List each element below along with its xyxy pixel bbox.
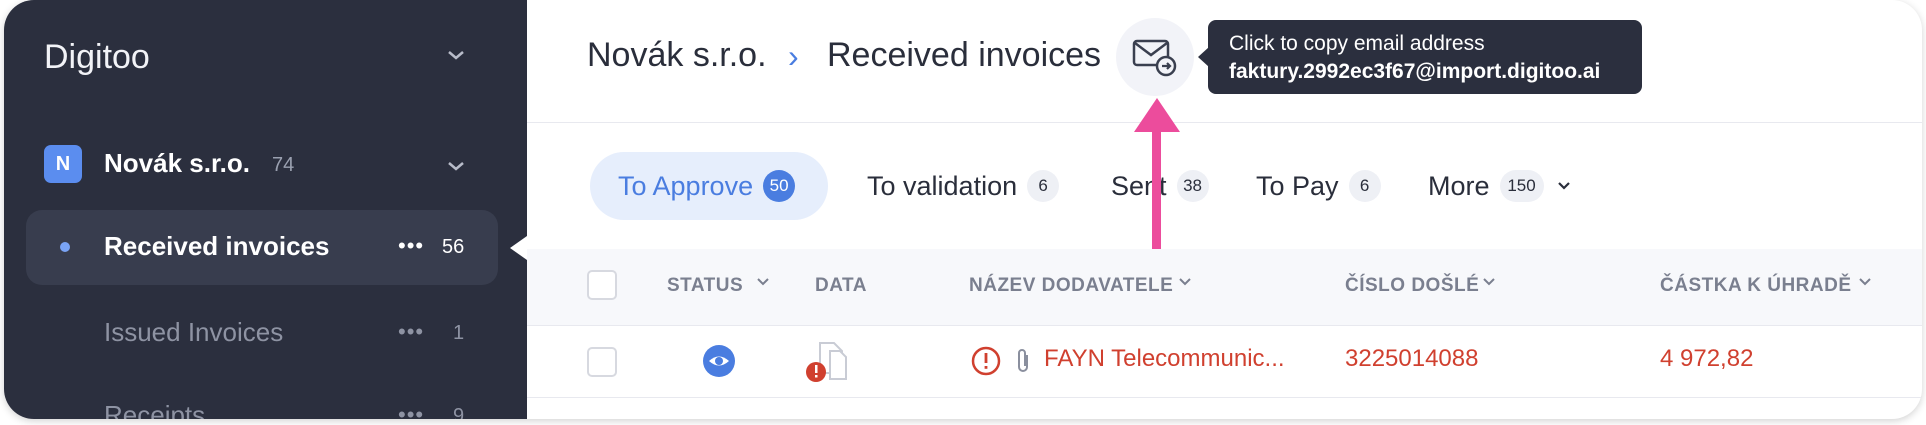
chevron-down-icon[interactable] [1858,276,1872,288]
header-divider [527,122,1922,123]
app-window: Digitoo N Novák s.r.o. 74 Received invoi… [4,0,1922,419]
column-header-data[interactable]: DATA [815,275,867,297]
chevron-down-icon [1557,182,1570,190]
tab-to-validation[interactable]: To validation 6 [867,152,1060,220]
row-checkbox[interactable] [587,347,617,377]
more-options-icon[interactable]: ••• [398,319,424,345]
tooltip: Click to copy email address faktury.2992… [1208,20,1642,94]
breadcrumb-separator-icon: › [788,38,799,74]
attachment-icon [1018,349,1028,372]
copy-email-button[interactable] [1116,18,1194,96]
column-header-status[interactable]: STATUS [667,275,743,297]
more-options-icon[interactable]: ••• [398,233,424,259]
org-avatar: N [44,145,82,183]
page-title: Received invoices [827,36,1102,74]
tab-count-badge: 6 [1348,170,1381,202]
row-divider [527,397,1922,398]
column-header-number[interactable]: ČÍSLO DOŠLÉ [1345,275,1479,297]
tab-more[interactable]: More 150 [1428,152,1572,220]
tab-count-badge: 50 [763,170,796,202]
org-count: 74 [272,154,295,176]
active-dot-icon [60,242,70,252]
sidebar: Digitoo N Novák s.r.o. 74 Received invoi… [4,0,527,419]
eye-icon[interactable] [702,344,736,378]
tooltip-hint: Click to copy email address [1229,32,1485,55]
brand-name: Digitoo [44,38,150,76]
annotation-arrow-icon [1134,98,1180,252]
tab-to-pay[interactable]: To Pay 6 [1256,152,1381,220]
tab-label: To validation [867,170,1018,201]
tab-to-approve[interactable]: To Approve 50 [590,152,828,220]
sidebar-item-count: 56 [442,236,465,258]
document-error-icon [806,342,847,382]
tab-count-badge: 150 [1499,170,1544,202]
tab-label: To Pay [1256,170,1339,201]
sidebar-item-label[interactable]: Receipts [104,400,205,419]
tab-label: To Approve [618,170,754,201]
amount-due: 4 972,82 [1660,345,1754,372]
chevron-down-icon[interactable] [1482,276,1496,288]
column-header-amount[interactable]: ČÁSTKA K ÚHRADĚ [1660,275,1852,297]
chevron-down-icon[interactable] [756,276,770,288]
supplier-name[interactable]: FAYN Telecommunic... [1044,345,1285,373]
tab-label: More [1428,170,1490,201]
org-name[interactable]: Novák s.r.o. [104,148,250,179]
chevron-down-icon[interactable] [1178,276,1192,288]
sidebar-item-count: 1 [453,322,465,344]
tab-count-badge: 6 [1027,170,1060,202]
email-forward-icon [1132,39,1177,77]
select-all-checkbox[interactable] [587,270,617,300]
sidebar-item-count: 9 [453,405,465,419]
active-indicator [510,236,527,260]
tooltip-email: faktury.2992ec3f67@import.digitoo.ai [1229,60,1601,83]
chevron-down-icon[interactable] [446,42,466,68]
chevron-down-icon[interactable] [446,153,466,179]
breadcrumb-org[interactable]: Novák s.r.o. [587,36,767,75]
sidebar-item-label[interactable]: Received invoices [104,231,329,262]
warning-icon [971,346,1001,376]
invoice-number: 3225014088 [1345,345,1479,372]
sidebar-item-label[interactable]: Issued Invoices [104,317,283,348]
more-options-icon[interactable]: ••• [398,402,424,419]
column-header-supplier[interactable]: NÁZEV DODAVATELE [969,275,1173,297]
row-divider [527,325,1922,326]
